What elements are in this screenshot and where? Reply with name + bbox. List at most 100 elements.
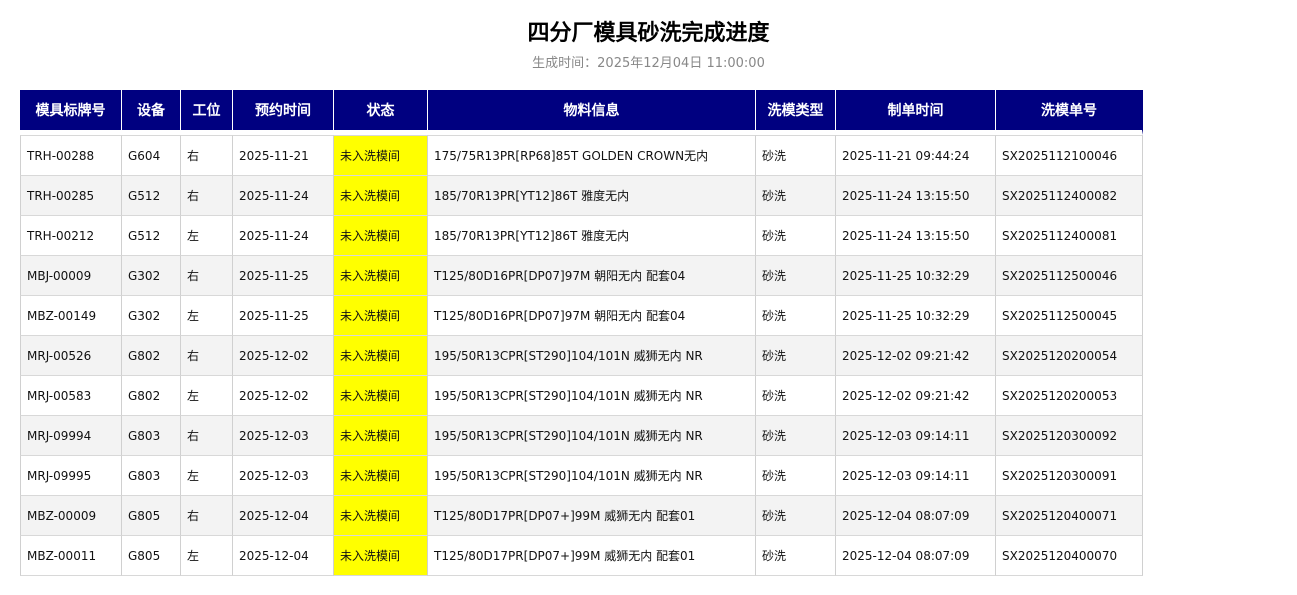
- cell-station: 左: [181, 296, 233, 336]
- cell-material-info: T125/80D17PR[DP07+]99M 威狮无内 配套01: [428, 496, 756, 536]
- progress-table: 模具标牌号 设备 工位 预约时间 状态 物料信息 洗模类型 制单时间 洗模单号 …: [20, 90, 1143, 576]
- cell-mold-tag: MBZ-00011: [20, 536, 122, 576]
- generated-time: 生成时间：2025年12月04日 11:00:00: [532, 56, 765, 71]
- column-header-equipment: 设备: [122, 90, 181, 135]
- table-row: MRJ-09994 G803 右 2025-12-03 未入洗模间 195/50R13CP…: [20, 416, 1143, 456]
- cell-reservation-time: 2025-11-25: [233, 296, 334, 336]
- cell-wash-order-no: SX2025112100046: [996, 135, 1143, 176]
- cell-wash-type: 砂洗: [756, 176, 836, 216]
- column-header-wash-order-no: 洗模单号: [996, 90, 1143, 135]
- cell-reservation-time: 2025-11-21: [233, 135, 334, 176]
- cell-wash-order-no: SX2025112400081: [996, 216, 1143, 256]
- cell-equipment: G805: [122, 536, 181, 576]
- cell-reservation-time: 2025-12-02: [233, 376, 334, 416]
- cell-equipment: G302: [122, 256, 181, 296]
- cell-equipment: G302: [122, 296, 181, 336]
- cell-wash-type: 砂洗: [756, 536, 836, 576]
- cell-created-time: 2025-11-21 09:44:24: [836, 135, 996, 176]
- cell-station: 左: [181, 456, 233, 496]
- table-body: TRH-00288 G604 右 2025-11-21 未入洗模间 175/75R13PR…: [20, 135, 1143, 576]
- cell-reservation-time: 2025-12-02: [233, 336, 334, 376]
- column-header-mold-tag: 模具标牌号: [20, 90, 122, 135]
- cell-station: 左: [181, 376, 233, 416]
- cell-reservation-time: 2025-12-04: [233, 496, 334, 536]
- cell-created-time: 2025-12-04 08:07:09: [836, 536, 996, 576]
- cell-wash-order-no: SX2025120300092: [996, 416, 1143, 456]
- status-badge: 未入洗模间: [334, 376, 428, 416]
- status-badge: 未入洗模间: [334, 456, 428, 496]
- cell-station: 左: [181, 536, 233, 576]
- table-row: MBZ-00011 G805 左 2025-12-04 未入洗模间 T125/80D17P…: [20, 536, 1143, 576]
- cell-equipment: G512: [122, 176, 181, 216]
- page-title: 四分厂模具砂洗完成进度: [527, 21, 770, 46]
- progress-table-container: 模具标牌号 设备 工位 预约时间 状态 物料信息 洗模类型 制单时间 洗模单号 …: [20, 90, 1143, 576]
- cell-station: 右: [181, 135, 233, 176]
- cell-equipment: G803: [122, 416, 181, 456]
- cell-station: 右: [181, 256, 233, 296]
- cell-created-time: 2025-11-24 13:15:50: [836, 176, 996, 216]
- cell-created-time: 2025-12-03 09:14:11: [836, 456, 996, 496]
- table-row: TRH-00285 G512 右 2025-11-24 未入洗模间 185/70R13PR…: [20, 176, 1143, 216]
- status-badge: 未入洗模间: [334, 256, 428, 296]
- cell-wash-order-no: SX2025120200054: [996, 336, 1143, 376]
- status-badge: 未入洗模间: [334, 416, 428, 456]
- column-header-station: 工位: [181, 90, 233, 135]
- status-badge: 未入洗模间: [334, 536, 428, 576]
- cell-station: 右: [181, 176, 233, 216]
- table-row: MRJ-09995 G803 左 2025-12-03 未入洗模间 195/50R13CP…: [20, 456, 1143, 496]
- cell-wash-type: 砂洗: [756, 135, 836, 176]
- status-badge: 未入洗模间: [334, 176, 428, 216]
- cell-mold-tag: MRJ-09995: [20, 456, 122, 496]
- cell-wash-type: 砂洗: [756, 496, 836, 536]
- cell-equipment: G805: [122, 496, 181, 536]
- cell-mold-tag: MBZ-00149: [20, 296, 122, 336]
- cell-created-time: 2025-11-25 10:32:29: [836, 256, 996, 296]
- cell-reservation-time: 2025-12-04: [233, 536, 334, 576]
- cell-material-info: 195/50R13CPR[ST290]104/101N 威狮无内 NR: [428, 416, 756, 456]
- cell-wash-order-no: SX2025112400082: [996, 176, 1143, 216]
- cell-reservation-time: 2025-12-03: [233, 456, 334, 496]
- cell-material-info: 195/50R13CPR[ST290]104/101N 威狮无内 NR: [428, 456, 756, 496]
- cell-created-time: 2025-12-02 09:21:42: [836, 336, 996, 376]
- table-row: MRJ-00583 G802 左 2025-12-02 未入洗模间 195/50R13CP…: [20, 376, 1143, 416]
- cell-station: 右: [181, 416, 233, 456]
- cell-mold-tag: MRJ-09994: [20, 416, 122, 456]
- cell-mold-tag: TRH-00288: [20, 135, 122, 176]
- cell-equipment: G604: [122, 135, 181, 176]
- column-header-created-time: 制单时间: [836, 90, 996, 135]
- header-row: 模具标牌号 设备 工位 预约时间 状态 物料信息 洗模类型 制单时间 洗模单号: [20, 90, 1143, 135]
- cell-created-time: 2025-12-04 08:07:09: [836, 496, 996, 536]
- cell-created-time: 2025-12-02 09:21:42: [836, 376, 996, 416]
- cell-mold-tag: MBJ-00009: [20, 256, 122, 296]
- cell-equipment: G802: [122, 376, 181, 416]
- cell-equipment: G803: [122, 456, 181, 496]
- cell-wash-type: 砂洗: [756, 296, 836, 336]
- cell-created-time: 2025-12-03 09:14:11: [836, 416, 996, 456]
- cell-wash-type: 砂洗: [756, 456, 836, 496]
- cell-wash-type: 砂洗: [756, 336, 836, 376]
- cell-mold-tag: TRH-00212: [20, 216, 122, 256]
- cell-mold-tag: MRJ-00583: [20, 376, 122, 416]
- cell-material-info: T125/80D17PR[DP07+]99M 威狮无内 配套01: [428, 536, 756, 576]
- cell-created-time: 2025-11-24 13:15:50: [836, 216, 996, 256]
- status-badge: 未入洗模间: [334, 135, 428, 176]
- cell-wash-order-no: SX2025120300091: [996, 456, 1143, 496]
- cell-wash-type: 砂洗: [756, 256, 836, 296]
- cell-wash-order-no: SX2025120200053: [996, 376, 1143, 416]
- status-badge: 未入洗模间: [334, 336, 428, 376]
- cell-station: 右: [181, 336, 233, 376]
- cell-reservation-time: 2025-11-24: [233, 176, 334, 216]
- column-header-wash-type: 洗模类型: [756, 90, 836, 135]
- cell-equipment: G512: [122, 216, 181, 256]
- cell-material-info: T125/80D16PR[DP07]97M 朝阳无内 配套04: [428, 256, 756, 296]
- cell-wash-type: 砂洗: [756, 416, 836, 456]
- cell-station: 左: [181, 216, 233, 256]
- cell-wash-order-no: SX2025120400070: [996, 536, 1143, 576]
- status-badge: 未入洗模间: [334, 296, 428, 336]
- cell-material-info: 175/75R13PR[RP68]85T GOLDEN CROWN无内: [428, 135, 756, 176]
- table-row: MBZ-00149 G302 左 2025-11-25 未入洗模间 T125/80D16P…: [20, 296, 1143, 336]
- table-row: TRH-00212 G512 左 2025-11-24 未入洗模间 185/70R13PR…: [20, 216, 1143, 256]
- cell-reservation-time: 2025-11-25: [233, 256, 334, 296]
- cell-wash-type: 砂洗: [756, 376, 836, 416]
- cell-material-info: 195/50R13CPR[ST290]104/101N 威狮无内 NR: [428, 336, 756, 376]
